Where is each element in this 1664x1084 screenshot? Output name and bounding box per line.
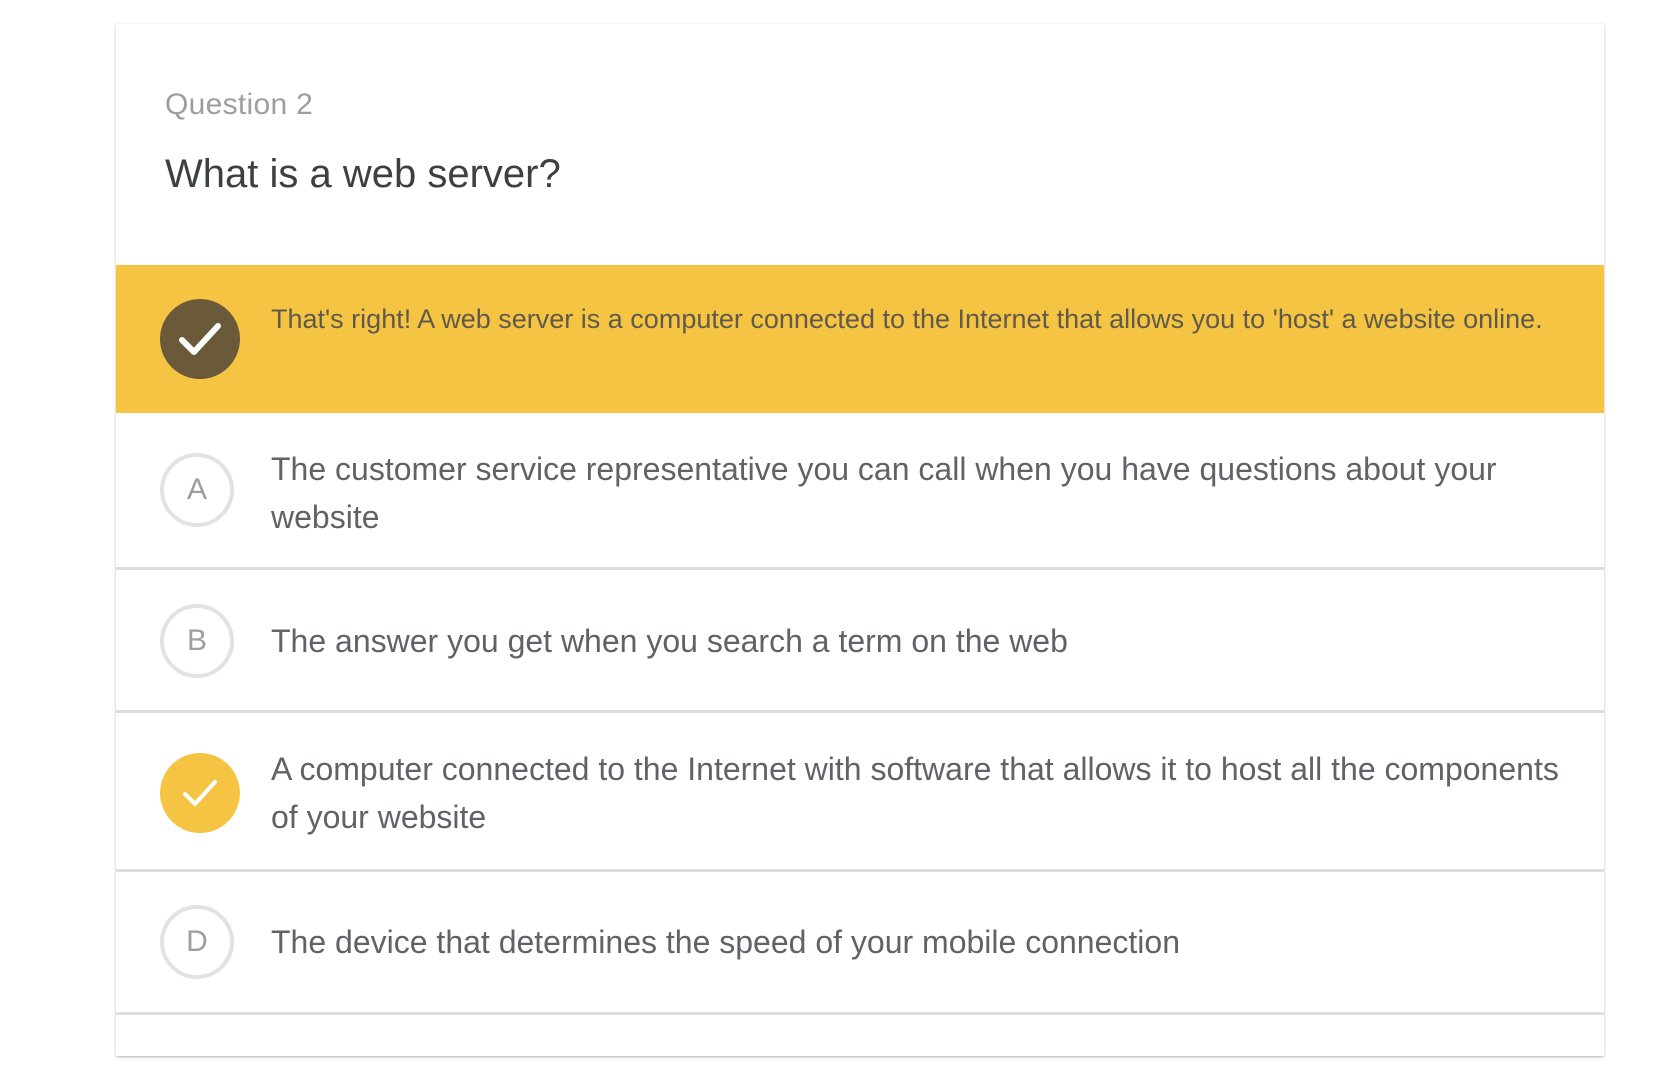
answer-option-d[interactable]: D The device that determines the speed o…	[116, 872, 1604, 1015]
option-marker-d: D	[160, 905, 234, 979]
checkmark-icon	[160, 299, 240, 379]
selected-check-icon	[160, 753, 240, 833]
answer-option-c[interactable]: A computer connected to the Internet wit…	[116, 713, 1604, 872]
question-number: Question 2	[165, 88, 314, 121]
option-marker-a: A	[160, 453, 234, 527]
answer-option-b[interactable]: B The answer you get when you search a t…	[116, 570, 1604, 713]
option-text-d: The device that determines the speed of …	[271, 924, 1180, 960]
option-text-c: A computer connected to the Internet wit…	[271, 751, 1559, 835]
option-text-a: The customer service representative you …	[271, 451, 1497, 535]
answer-option-a[interactable]: A The customer service representative yo…	[116, 413, 1604, 570]
question-title: What is a web server?	[165, 152, 561, 196]
option-marker-b: B	[160, 604, 234, 678]
feedback-text: That's right! A web server is a computer…	[271, 304, 1543, 334]
question-header: Question 2 What is a web server?	[116, 24, 1604, 265]
feedback-banner: That's right! A web server is a computer…	[116, 265, 1604, 413]
option-text-b: The answer you get when you search a ter…	[271, 623, 1068, 659]
quiz-card: Question 2 What is a web server? That's …	[116, 24, 1604, 1056]
